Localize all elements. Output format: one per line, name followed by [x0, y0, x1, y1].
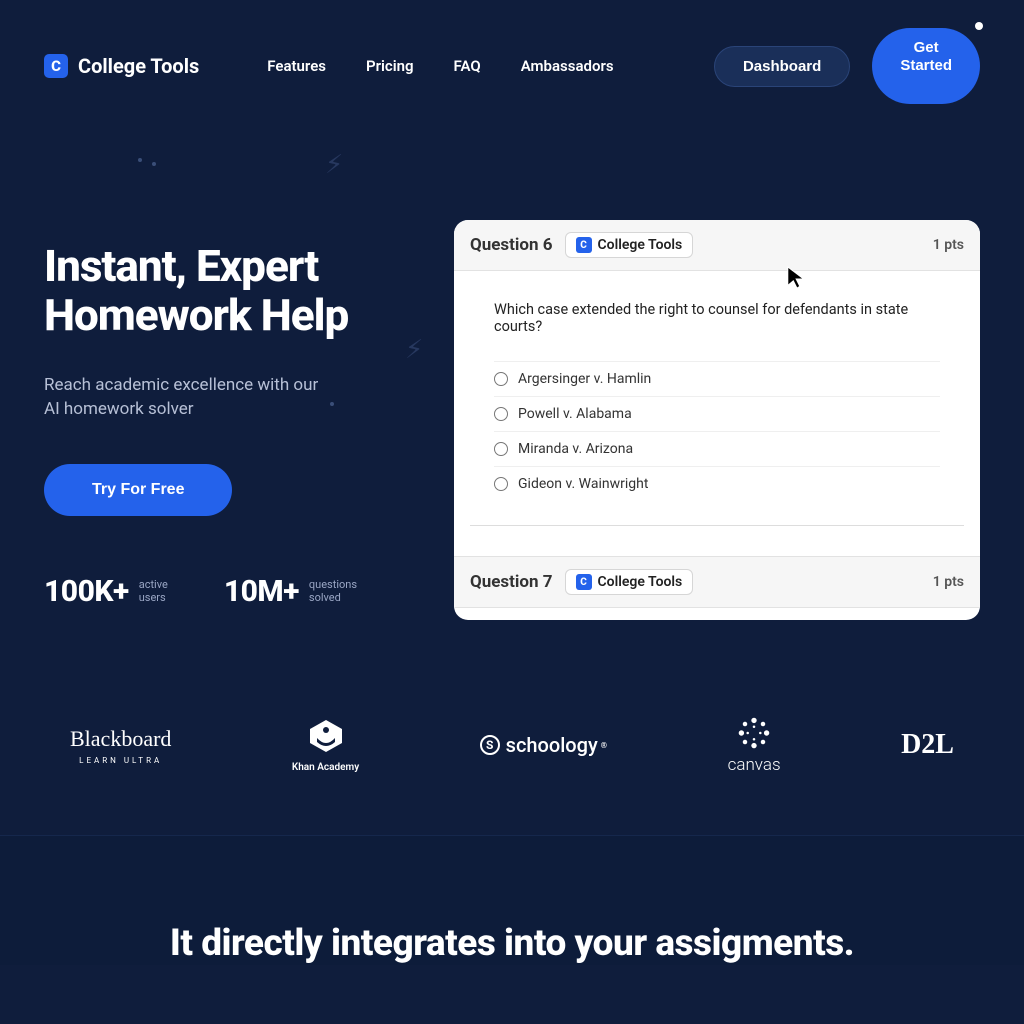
- hero-section: Instant, Expert Homework Help Reach acad…: [0, 132, 1024, 620]
- question-6-body: Which case extended the right to counsel…: [470, 271, 964, 526]
- radio-icon[interactable]: [494, 372, 508, 386]
- schoology-label: schoology: [506, 733, 598, 757]
- hero-title-line1: Instant, Expert: [44, 240, 318, 292]
- question-points: 1 pts: [933, 237, 964, 253]
- partner-khan: Khan Academy: [292, 718, 359, 773]
- radio-icon[interactable]: [494, 442, 508, 456]
- partner-canvas: canvas: [728, 715, 781, 775]
- registered-mark: ®: [601, 741, 607, 750]
- question-option[interactable]: Powell v. Alabama: [494, 396, 940, 431]
- brand[interactable]: C College Tools: [44, 54, 199, 78]
- question-text: Which case extended the right to counsel…: [494, 301, 940, 335]
- option-text: Powell v. Alabama: [518, 406, 632, 422]
- question-option[interactable]: Argersinger v. Hamlin: [494, 361, 940, 396]
- brand-logo-icon: C: [44, 54, 68, 78]
- stats: 100K+ active users 10M+ questions solved: [44, 574, 404, 609]
- question-points: 1 pts: [933, 574, 964, 590]
- blackboard-sub: LEARN ULTRA: [79, 756, 162, 765]
- hero-title: Instant, Expert Homework Help: [44, 242, 404, 341]
- stat-label: questions solved: [309, 578, 357, 604]
- chip-logo-icon: C: [576, 574, 592, 590]
- chip-text: College Tools: [598, 237, 683, 253]
- canvas-label: canvas: [728, 755, 781, 775]
- stat-num: 100K+: [44, 574, 129, 609]
- college-tools-chip[interactable]: C College Tools: [565, 569, 694, 595]
- quiz-mockup: Question 6 C College Tools 1 pts Which c…: [454, 220, 980, 620]
- stat-active-users: 100K+ active users: [44, 574, 168, 609]
- header: C College Tools Features Pricing FAQ Amb…: [0, 0, 1024, 132]
- spacer: [454, 526, 980, 556]
- get-started-button[interactable]: Get Started: [872, 28, 980, 104]
- partners-row: Blackboard LEARN ULTRA Khan Academy S sc…: [0, 620, 1024, 835]
- nav-pricing[interactable]: Pricing: [366, 57, 414, 75]
- partner-d2l: D2L: [901, 729, 954, 761]
- khan-label: Khan Academy: [292, 762, 359, 773]
- chip-logo-icon: C: [576, 237, 592, 253]
- option-text: Miranda v. Arizona: [518, 441, 633, 457]
- dashboard-button[interactable]: Dashboard: [714, 46, 850, 87]
- canvas-circle-icon: [734, 715, 774, 751]
- stat-label-line1: active: [139, 578, 168, 591]
- hero-left: Instant, Expert Homework Help Reach acad…: [44, 242, 404, 620]
- notification-dot-icon: [975, 22, 983, 30]
- hero-sub-line1: Reach academic excellence with our: [44, 375, 318, 395]
- stat-label-line2: users: [139, 591, 166, 604]
- cursor-arrow-icon: [786, 265, 808, 291]
- hero-title-line2: Homework Help: [44, 289, 348, 341]
- question-7-header: Question 7 C College Tools 1 pts: [454, 556, 980, 608]
- section-2-title: It directly integrates into your assigme…: [0, 922, 1024, 965]
- partner-blackboard: Blackboard LEARN ULTRA: [70, 726, 171, 765]
- header-buttons: Dashboard Get Started: [714, 28, 980, 104]
- khan-hexagon-icon: [306, 718, 346, 754]
- radio-icon[interactable]: [494, 407, 508, 421]
- nav-ambassadors[interactable]: Ambassadors: [521, 57, 614, 75]
- stat-label-line2: solved: [309, 591, 341, 604]
- brand-name: College Tools: [78, 54, 199, 78]
- question-option[interactable]: Gideon v. Wainwright: [494, 466, 940, 501]
- section-2: It directly integrates into your assigme…: [0, 835, 1024, 965]
- question-number: Question 7: [470, 572, 553, 592]
- chip-text: College Tools: [598, 574, 683, 590]
- hero-sub-line2: AI homework solver: [44, 399, 193, 419]
- schoology-s-icon: S: [480, 735, 500, 755]
- try-for-free-button[interactable]: Try For Free: [44, 464, 232, 516]
- radio-icon[interactable]: [494, 477, 508, 491]
- partner-schoology: S schoology ®: [480, 733, 607, 757]
- nav: Features Pricing FAQ Ambassadors: [267, 57, 613, 75]
- question-6-header: Question 6 C College Tools 1 pts: [454, 220, 980, 271]
- nav-features[interactable]: Features: [267, 57, 326, 75]
- stat-questions-solved: 10M+ questions solved: [224, 574, 357, 609]
- college-tools-chip[interactable]: C College Tools: [565, 232, 694, 258]
- option-text: Argersinger v. Hamlin: [518, 371, 651, 387]
- option-text: Gideon v. Wainwright: [518, 476, 648, 492]
- stat-label-line1: questions: [309, 578, 357, 591]
- hero-subtitle: Reach academic excellence with our AI ho…: [44, 373, 404, 422]
- question-number: Question 6: [470, 235, 553, 255]
- nav-faq[interactable]: FAQ: [454, 57, 481, 75]
- blackboard-logo: Blackboard: [70, 726, 171, 752]
- question-option[interactable]: Miranda v. Arizona: [494, 431, 940, 466]
- stat-num: 10M+: [224, 574, 299, 609]
- stat-label: active users: [139, 578, 168, 604]
